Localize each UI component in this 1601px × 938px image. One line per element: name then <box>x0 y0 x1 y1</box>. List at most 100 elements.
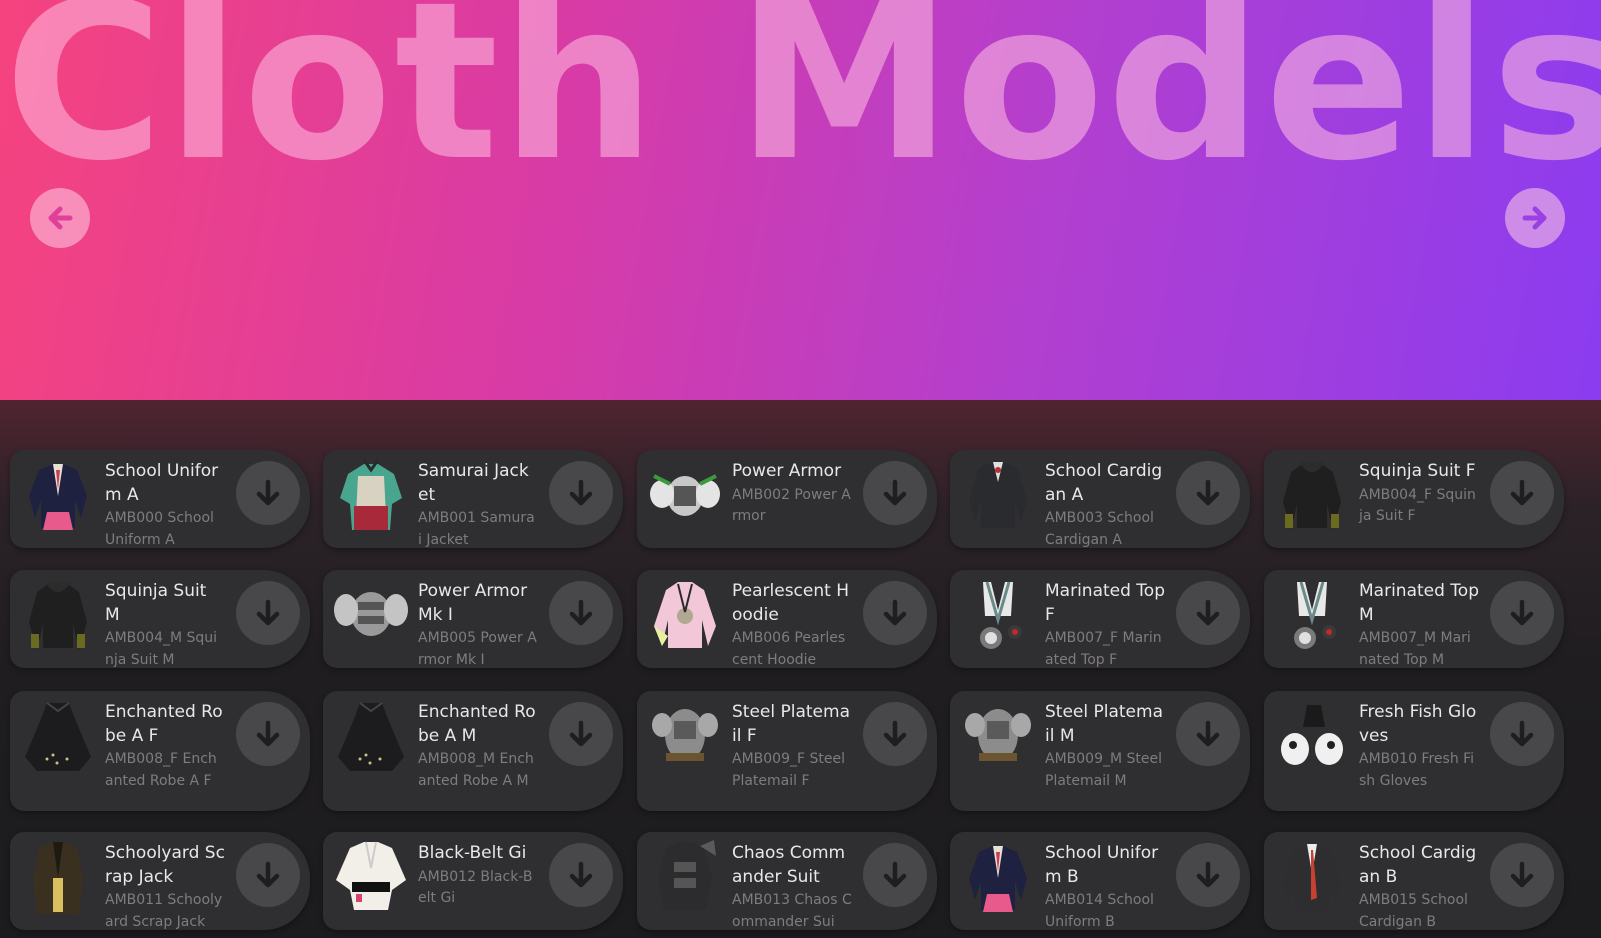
fresh-fish-gloves-image <box>1281 705 1343 765</box>
squinja-suit-image <box>1283 462 1341 530</box>
model-name: School Cardigan A <box>1045 461 1163 505</box>
chaos-commander-suit-image <box>658 840 716 910</box>
download-button[interactable] <box>1490 461 1554 525</box>
model-card[interactable]: Power Armor Mk I AMB005 Power Armor Mk I <box>323 570 623 668</box>
download-button[interactable] <box>1176 461 1240 525</box>
model-card[interactable]: Fresh Fish Gloves AMB010 Fresh Fish Glove… <box>1264 691 1564 811</box>
download-button[interactable] <box>1490 702 1554 766</box>
model-card[interactable]: School Cardigan B AMB015 School Cardigan … <box>1264 832 1564 930</box>
model-name: Marinated Top M <box>1359 581 1479 625</box>
model-card[interactable]: Steel Platemail F AMB009_F Steel Platemai… <box>637 691 937 811</box>
model-thumbnail <box>327 454 415 538</box>
model-card[interactable]: Squinja Suit F AMB004_F Squinja Suit F <box>1264 450 1564 548</box>
download-button[interactable] <box>549 843 613 907</box>
download-button[interactable] <box>1176 702 1240 766</box>
model-text: Fresh Fish Gloves AMB010 Fresh Fish Glove… <box>1359 701 1479 792</box>
model-file-label: AMB009_F Steel Platemail F <box>732 751 845 789</box>
download-button[interactable] <box>549 581 613 645</box>
arrow-down-icon <box>569 861 593 888</box>
download-button[interactable] <box>549 702 613 766</box>
download-button[interactable] <box>236 581 300 645</box>
model-gallery: School Uniform A AMB000 School Uniform AS… <box>0 400 1601 938</box>
model-card[interactable]: Marinated Top M AMB007_M Marinated Top M <box>1264 570 1564 668</box>
model-thumbnail <box>641 454 729 538</box>
model-file-label: AMB002 Power Armor <box>732 486 851 525</box>
model-text: Chaos Commander Suit AMB013 Chaos Command… <box>732 842 852 933</box>
arrow-down-icon <box>1510 479 1534 506</box>
arrow-down-icon <box>883 479 907 506</box>
model-file-label: AMB008_F Enchanted Robe A F <box>105 751 217 789</box>
model-card[interactable]: Pearlescent Hoodie AMB006 Pearlescent Hoo… <box>637 570 937 668</box>
model-text: Enchanted Robe A F AMB008_F Enchanted Rob… <box>105 701 225 792</box>
model-card[interactable]: Chaos Commander Suit AMB013 Chaos Command… <box>637 832 937 930</box>
power-armor-mk1-image <box>334 592 408 636</box>
schoolyard-jacket-image <box>33 842 83 914</box>
model-name: Pearlescent Hoodie <box>732 581 849 625</box>
model-file-label: AMB004_F Squinja Suit F <box>1359 486 1476 525</box>
model-text: School Uniform A AMB000 School Uniform A <box>105 460 225 551</box>
model-card[interactable]: Enchanted Robe A M AMB008_M Enchanted Rob… <box>323 691 623 811</box>
model-file-label: AMB013 Chaos Commander Sui <box>732 892 852 930</box>
model-text: Squinja Suit F AMB004_F Squinja Suit F <box>1359 460 1479 528</box>
model-card[interactable]: Squinja Suit M AMB004_M Squinja Suit M <box>10 570 310 668</box>
school-uniform-jacket-image <box>969 846 1027 912</box>
model-thumbnail <box>14 836 102 920</box>
download-button[interactable] <box>236 461 300 525</box>
model-card[interactable]: Power Armor AMB002 Power Armor <box>637 450 937 548</box>
model-name: Squinja Suit M <box>105 581 207 625</box>
model-card[interactable]: Marinated Top F AMB007_F Marinated Top F <box>950 570 1250 668</box>
model-card[interactable]: School Cardigan A AMB003 School Cardigan … <box>950 450 1250 548</box>
arrow-down-icon <box>1196 720 1220 747</box>
arrow-down-icon <box>569 720 593 747</box>
model-file-label: AMB008_M Enchanted Robe A M <box>418 751 534 789</box>
download-button[interactable] <box>863 702 927 766</box>
download-button[interactable] <box>863 581 927 645</box>
model-card[interactable]: Steel Platemail M AMB009_M Steel Platemai… <box>950 691 1250 811</box>
model-thumbnail <box>14 574 102 658</box>
model-card[interactable]: Enchanted Robe A F AMB008_F Enchanted Rob… <box>10 691 310 811</box>
model-card[interactable]: Black-Belt Gi AMB012 Black-Belt Gi <box>323 832 623 930</box>
carousel-prev-button[interactable] <box>30 188 90 248</box>
carousel-next-button[interactable] <box>1505 188 1565 248</box>
download-button[interactable] <box>1176 843 1240 907</box>
download-button[interactable] <box>1490 581 1554 645</box>
power-armor-image <box>650 474 720 516</box>
model-name: Enchanted Robe A F <box>105 702 223 746</box>
model-name: Schoolyard Scrap Jack <box>105 843 225 887</box>
download-button[interactable] <box>1490 843 1554 907</box>
download-button[interactable] <box>236 843 300 907</box>
model-card[interactable]: School Uniform B AMB014 School Uniform B <box>950 832 1250 930</box>
model-file-label: AMB006 Pearlescent Hoodie <box>732 630 846 668</box>
model-text: Steel Platemail F AMB009_F Steel Platemai… <box>732 701 852 792</box>
model-thumbnail <box>327 574 415 658</box>
model-thumbnail <box>954 836 1042 920</box>
model-file-label: AMB003 School Cardigan A <box>1045 510 1154 548</box>
model-thumbnail <box>1268 695 1356 779</box>
model-name: Chaos Commander Suit <box>732 843 846 887</box>
model-name: Power Armor Mk I <box>418 581 528 625</box>
download-button[interactable] <box>863 461 927 525</box>
model-thumbnail <box>641 695 729 779</box>
arrow-down-icon <box>883 599 907 626</box>
model-card[interactable]: Samurai Jacket AMB001 Samurai Jacket <box>323 450 623 548</box>
model-thumbnail <box>14 695 102 779</box>
model-file-label: AMB001 Samurai Jacket <box>418 510 535 548</box>
page-title: Cloth Models <box>4 0 1601 209</box>
model-card[interactable]: School Uniform A AMB000 School Uniform A <box>10 450 310 548</box>
model-text: Pearlescent Hoodie AMB006 Pearlescent Hoo… <box>732 580 852 671</box>
model-text: Power Armor AMB002 Power Armor <box>732 460 852 528</box>
model-file-label: AMB000 School Uniform A <box>105 510 214 548</box>
model-name: School Uniform A <box>105 461 219 505</box>
arrow-right-icon <box>1522 206 1547 230</box>
samurai-armor-jacket-image <box>340 459 402 530</box>
model-text: Steel Platemail M AMB009_M Steel Platemai… <box>1045 701 1165 792</box>
model-file-label: AMB010 Fresh Fish Gloves <box>1359 751 1475 789</box>
download-button[interactable] <box>1176 581 1240 645</box>
download-button[interactable] <box>863 843 927 907</box>
model-name: School Uniform B <box>1045 843 1159 887</box>
model-thumbnail <box>954 574 1042 658</box>
download-button[interactable] <box>549 461 613 525</box>
model-card[interactable]: Schoolyard Scrap Jack AMB011 Schoolyard S… <box>10 832 310 930</box>
school-cardigan-image <box>969 462 1027 528</box>
download-button[interactable] <box>236 702 300 766</box>
